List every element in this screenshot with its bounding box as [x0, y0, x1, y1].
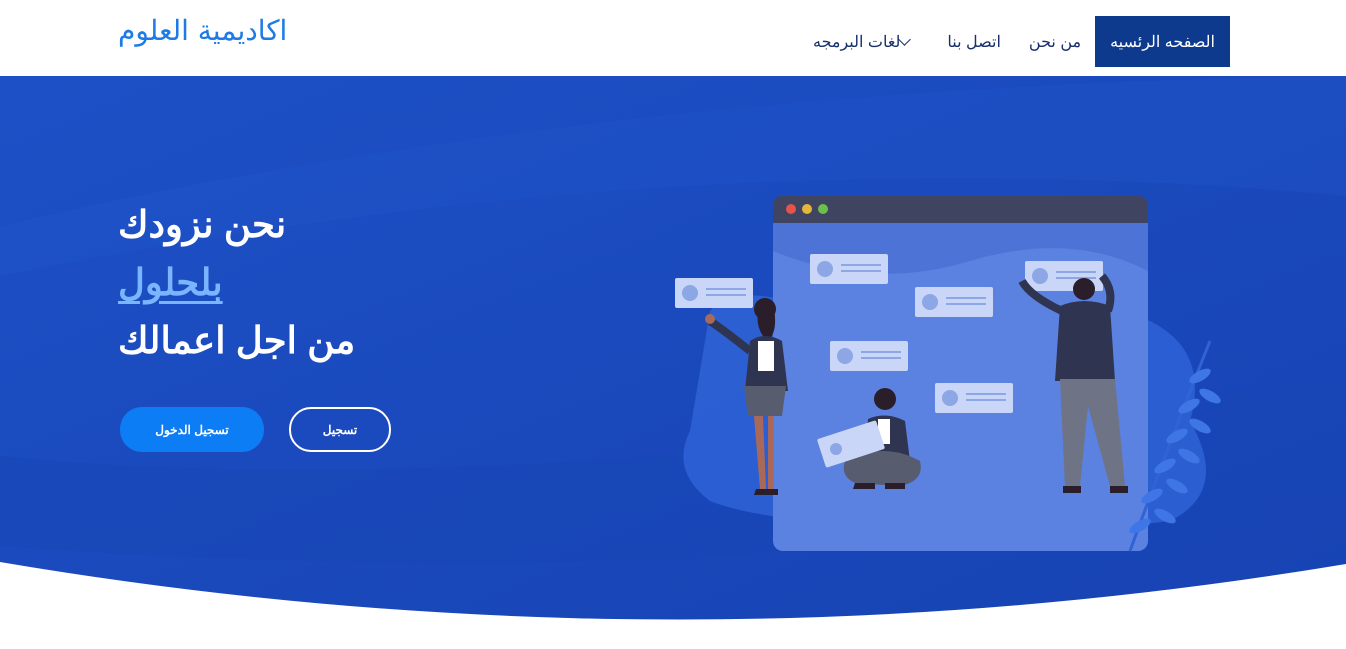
- login-button[interactable]: تسجيل الدخول: [120, 407, 264, 452]
- headline-line-3: من اجل اعمالك: [118, 320, 356, 361]
- nav-item-contact[interactable]: اتصل بنا: [933, 16, 1015, 67]
- headline-highlight: بلحلول: [118, 262, 223, 303]
- main-nav: لغات البرمجه اتصل بنا من نحن الصفحه الرئ…: [799, 16, 1230, 67]
- hero-headline: نحن نزودك بلحلول من اجل اعمالك: [118, 196, 355, 370]
- site-logo[interactable]: اكاديمية العلوم: [118, 14, 287, 47]
- nav-item-languages[interactable]: لغات البرمجه: [799, 16, 933, 67]
- chevron-down-icon: [898, 33, 912, 46]
- nav-item-label: لغات البرمجه: [812, 33, 901, 51]
- register-button[interactable]: تسجيل: [289, 407, 391, 452]
- hero-illustration: [675, 196, 1221, 552]
- headline-line-1: نحن نزودك: [118, 204, 287, 245]
- nav-item-about[interactable]: من نحن: [1015, 16, 1095, 67]
- site-header: اكاديمية العلوم لغات البرمجه اتصل بنا من…: [0, 0, 1346, 76]
- hero-section: نحن نزودك بلحلول من اجل اعمالك تسجيل الد…: [0, 76, 1346, 649]
- nav-item-home[interactable]: الصفحه الرئسيه: [1095, 16, 1230, 67]
